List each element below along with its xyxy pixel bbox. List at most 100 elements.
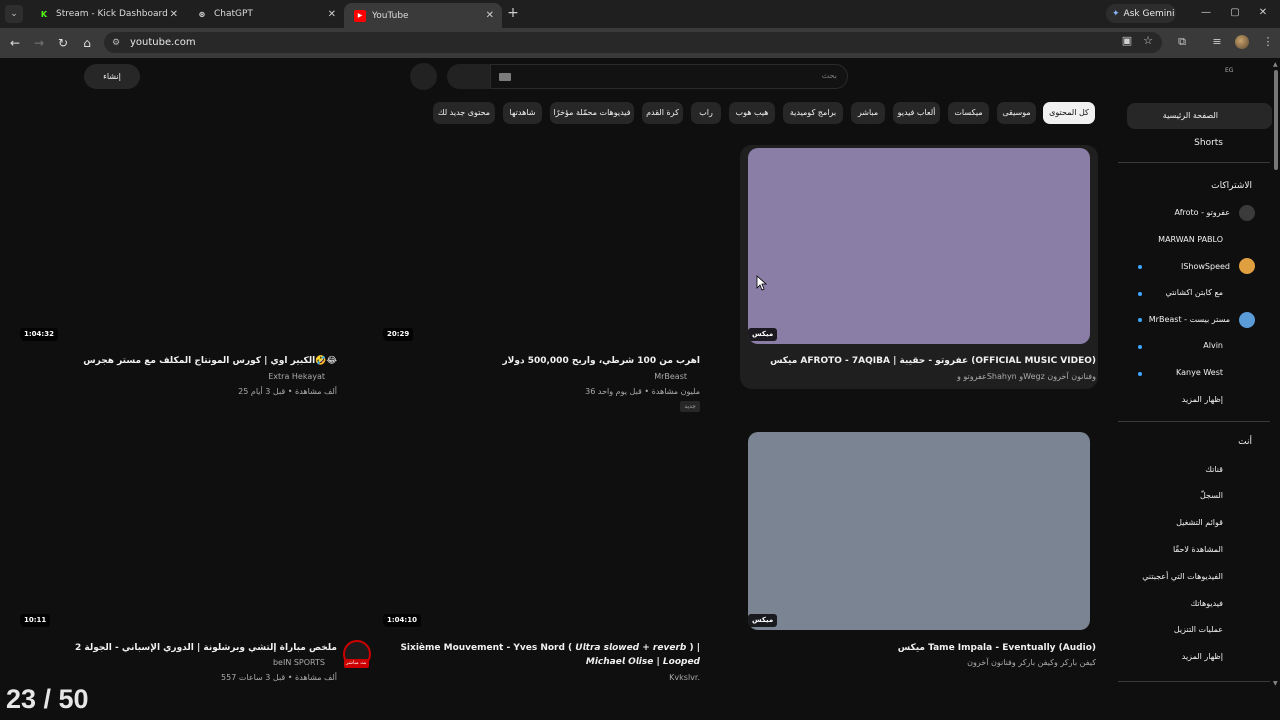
video-title[interactable]: ملخص مباراة إلتشي وبرشلونة | الدوري الإس… (75, 643, 337, 653)
video-stats: 36 مليون مشاهدة • قبل يوم واحد (585, 387, 700, 396)
home-icon[interactable]: ⌂ (79, 35, 95, 51)
sidebar-item-your-videos[interactable]: فيديوهاتك (1191, 599, 1223, 608)
video-title[interactable]: اهرب من 100 شرطي، واربح 500,000 دولار (502, 356, 700, 366)
tab-search-button[interactable]: ⌄ (5, 5, 23, 23)
video-thumbnail[interactable]: 1:04:10 (383, 432, 701, 630)
voice-search-button[interactable] (410, 63, 437, 90)
video-title[interactable]: Sixième Mouvement - Yves Nord ( 𝙐𝙡𝙩𝙧𝙖 𝙨𝙡… (400, 643, 700, 653)
mix-badge: ميكس (748, 614, 778, 627)
video-title[interactable]: الكبير اوي | كورس المونتاج المكلف مع مست… (83, 356, 337, 366)
site-info-icon[interactable]: ⚙ (112, 38, 126, 48)
address-bar[interactable]: ⚙ youtube.com (104, 32, 1162, 53)
chip-football[interactable]: كرة القدم (642, 102, 683, 124)
maximize-icon[interactable]: ▢ (1228, 7, 1242, 18)
sidebar-item-your-channel[interactable]: قناتك (1205, 465, 1223, 474)
forward-arrow-icon[interactable]: → (31, 35, 47, 51)
avatar (1239, 312, 1255, 328)
search-button[interactable] (447, 64, 492, 89)
you-heading[interactable]: أنت (1238, 437, 1252, 447)
sidebar-item-playlists[interactable]: قوائم التشغيل (1176, 518, 1223, 527)
bookmark-star-icon[interactable]: ☆ (1140, 34, 1156, 47)
video-channel[interactable]: عفروتو وShahyn وWegz وفنانون آخرون (957, 372, 1096, 381)
video-channel[interactable]: Extra Hekayat (268, 372, 325, 381)
sidebar-show-more-you[interactable]: إظهار المزيد (1182, 652, 1223, 661)
sidebar-item-watch-later[interactable]: المشاهدة لاحقًا (1173, 545, 1223, 554)
chip-rap[interactable]: راب (691, 102, 721, 124)
browser-menu-icon[interactable]: ⋮ (1260, 35, 1276, 48)
profile-avatar[interactable] (1235, 35, 1249, 49)
video-title[interactable]: ميكس Tame Impala - Eventually (Audio) (898, 643, 1096, 653)
close-tab-icon[interactable]: ✕ (486, 10, 494, 21)
video-title-line2[interactable]: 𝙈𝙞𝙘𝙝𝙖𝙚𝙡 𝙊𝙡𝙞𝙨𝙚 | 𝙇𝙤𝙤𝙥𝙚𝙙 (586, 657, 700, 667)
sidebar-item-captain[interactable]: مع كابتن اكشانتي (1165, 288, 1223, 297)
chip-all[interactable]: كل المحتوى (1043, 102, 1095, 124)
video-thumbnail[interactable]: 1:04:32 (20, 148, 338, 344)
sidebar-item-alvin[interactable]: Alvin (1203, 341, 1223, 350)
sidebar-item-marwan-pablo[interactable]: MARWAN PABLO (1158, 235, 1223, 244)
sidebar-item-kanye-west[interactable]: Kanye West (1176, 368, 1223, 377)
sidebar-item-shorts[interactable]: Shorts (1194, 138, 1223, 148)
live-badge: بث مباشر (344, 659, 369, 668)
video-thumbnail[interactable]: 20:29 (383, 148, 701, 344)
new-tab-button[interactable]: + (505, 5, 521, 21)
search-placeholder: بحث (821, 71, 837, 80)
sidebar-item-mrbeast[interactable]: MrBeast - مستر بيست (1149, 315, 1230, 324)
sidebar-item-afroto[interactable]: Afroto - عفروتو (1175, 208, 1230, 217)
minimize-icon[interactable]: — (1199, 7, 1213, 18)
sidebar-divider (1118, 162, 1270, 163)
region-code: EG (1225, 67, 1234, 74)
video-channel[interactable]: beIN SPORTS (273, 658, 325, 667)
reload-icon[interactable]: ↻ (55, 35, 71, 51)
duration-badge: 1:04:10 (383, 614, 421, 627)
sidebar-item-liked-videos[interactable]: الفيديوهات التي أعجبتني (1142, 572, 1223, 581)
sidebar-show-more[interactable]: إظهار المزيد (1182, 395, 1223, 404)
chip-hiphop[interactable]: هيب هوب (729, 102, 775, 124)
chip-recently-uploaded[interactable]: فيديوهات محمّلة مؤخرًا (550, 102, 634, 124)
avatar (1239, 205, 1255, 221)
sidebar-divider (1118, 681, 1270, 682)
tab-youtube[interactable]: ▶ YouTube ✕ (344, 3, 502, 28)
video-stats: 25 ألف مشاهدة • قبل 3 أيام (238, 387, 337, 396)
keyboard-icon[interactable] (499, 73, 511, 81)
video-channel[interactable]: Kvkslvr. (669, 673, 700, 682)
sidebar-item-ishowspeed[interactable]: IShowSpeed (1181, 262, 1230, 271)
chip-gaming[interactable]: ألعاب فيديو (893, 102, 940, 124)
new-content-dot (1138, 265, 1142, 269)
video-title[interactable]: ميكس AFROTO - 7AQIBA | عفروتو - حقيبة (O… (770, 356, 1096, 366)
tab-chatgpt[interactable]: ⊛ ChatGPT ✕ (186, 3, 344, 25)
chip-new-to-you[interactable]: محتوى جديد لك (433, 102, 495, 124)
ask-gemini-button[interactable]: ✦ Ask Gemini (1106, 4, 1176, 23)
scrollbar-thumb[interactable] (1274, 70, 1278, 170)
chip-comedy[interactable]: برامج كوميدية (783, 102, 843, 124)
video-thumbnail[interactable]: 10:11 (20, 432, 338, 630)
close-tab-icon[interactable]: ✕ (170, 9, 178, 20)
tab-title: YouTube (372, 10, 409, 21)
chip-music[interactable]: موسيقى (997, 102, 1036, 124)
video-channel[interactable]: MrBeast (654, 372, 687, 381)
extensions-icon[interactable]: ⧉ (1174, 35, 1190, 49)
scroll-down-arrow-icon[interactable]: ▼ (1273, 680, 1278, 687)
back-arrow-icon[interactable]: ← (7, 35, 23, 51)
tab-kick[interactable]: K Stream - Kick Dashboard ✕ (28, 3, 186, 25)
chip-mixes[interactable]: ميكسات (948, 102, 989, 124)
subscriptions-heading[interactable]: الاشتراكات (1211, 181, 1252, 191)
video-thumbnail[interactable]: ميكس (748, 432, 1090, 630)
scroll-up-arrow-icon[interactable]: ▲ (1273, 61, 1278, 68)
chatgpt-icon: ⊛ (198, 9, 206, 19)
tab-title: Stream - Kick Dashboard (56, 9, 168, 19)
tab-title: ChatGPT (214, 9, 253, 19)
reading-list-icon[interactable]: ≡ (1209, 35, 1225, 48)
chip-watched[interactable]: شاهدتها (503, 102, 542, 124)
sidebar-item-history[interactable]: السجلّ (1200, 491, 1223, 500)
browser-toolbar: ← → ↻ ⌂ ⚙ youtube.com ▣ ☆ ⧉ ≡ ⋮ (0, 28, 1280, 58)
close-tab-icon[interactable]: ✕ (328, 9, 336, 20)
video-thumbnail[interactable]: ميكس (748, 148, 1090, 344)
sidebar-item-downloads[interactable]: عمليات التنزيل (1174, 625, 1223, 634)
video-channel[interactable]: كيفن باركر وكيفن باركر وفنانون آخرون (967, 658, 1096, 667)
search-input[interactable]: بحث (490, 64, 848, 89)
create-button[interactable]: إنشاء (84, 64, 140, 89)
chip-live[interactable]: مباشر (851, 102, 885, 124)
install-app-icon[interactable]: ▣ (1119, 34, 1135, 47)
window-close-icon[interactable]: ✕ (1256, 7, 1270, 18)
ask-gemini-label: Ask Gemini (1123, 8, 1175, 19)
